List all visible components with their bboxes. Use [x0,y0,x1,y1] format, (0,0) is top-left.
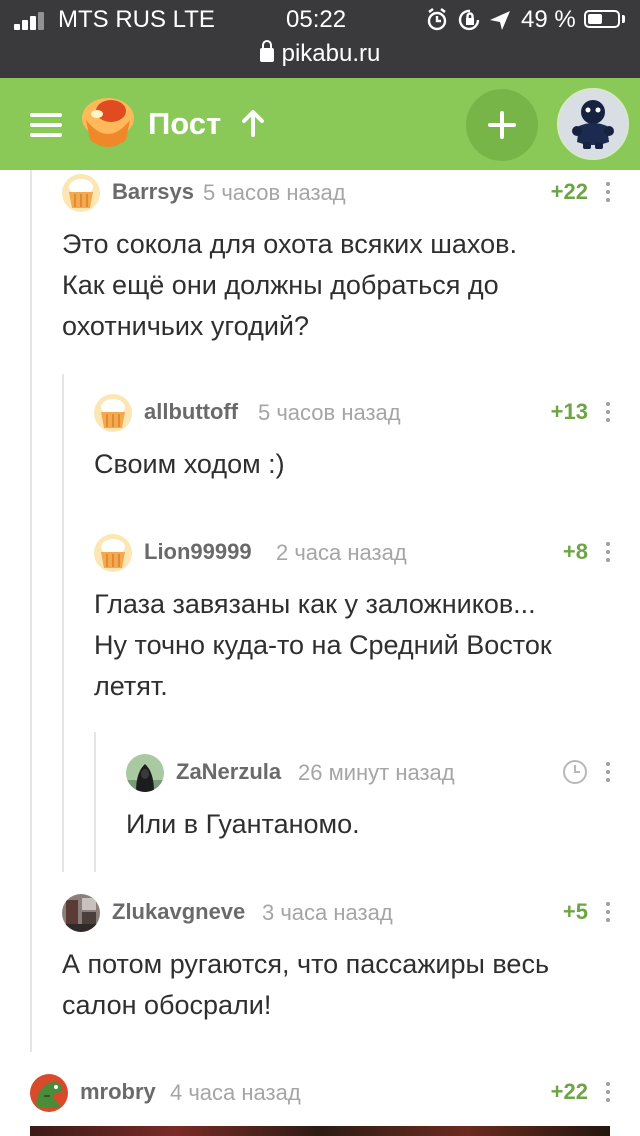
comment-score: +22 [550,1079,588,1104]
pikabu-logo-icon[interactable] [80,96,136,150]
arrow-up-icon[interactable] [240,108,266,138]
robot-figure-icon [559,90,627,158]
hooded-figure-avatar-icon [126,754,164,792]
comment-username[interactable]: Zlukavgneve [112,899,245,925]
comment-header: Lion99999 2 часа назад +8 [94,532,622,572]
more-options-icon[interactable] [606,542,610,562]
battery-icon [584,10,620,28]
clock-time: 05:22 [286,6,347,33]
carrier-label: MTS RUS LTE [58,6,215,33]
avatar[interactable] [62,174,100,212]
cupcake-avatar-icon [94,394,132,432]
comment-username[interactable]: ZaNerzula [176,759,281,785]
more-options-icon[interactable] [606,402,610,422]
more-options-icon[interactable] [606,1082,610,1102]
comment-time: 2 часа назад [276,540,407,565]
more-options-icon[interactable] [606,762,610,782]
comment-time: 5 часов назад [258,400,401,425]
address-bar[interactable]: pikabu.ru [0,40,640,68]
comment-text: Глаза завязаны как у заложников... Ну точ… [94,589,552,701]
avatar[interactable] [94,394,132,432]
page-title: Пост [148,106,222,141]
user-avatar[interactable] [557,88,629,160]
avatar[interactable] [94,534,132,572]
comment-score: +5 [562,899,588,924]
location-icon [490,11,510,30]
menu-icon[interactable] [30,113,62,137]
lock-icon [259,40,274,62]
thread-line [94,732,96,872]
more-options-icon[interactable] [606,182,610,202]
dinosaur-avatar-icon [30,1074,68,1112]
comment-time: 4 часа назад [170,1080,301,1105]
comment-image-preview[interactable] [30,1126,610,1136]
comment-header: ZaNerzula 26 минут назад [126,752,622,792]
cupcake-avatar-icon [62,174,100,212]
comment-score: +13 [550,399,588,424]
comment-header: allbuttoff 5 часов назад +13 [94,392,622,432]
cupcake-avatar-icon [94,534,132,572]
comment-username[interactable]: allbuttoff [144,399,238,425]
clock-icon [563,760,587,784]
alarm-icon [427,8,447,31]
add-post-button[interactable] [466,89,538,161]
avatar[interactable] [126,754,164,792]
photo-avatar-icon [62,894,100,932]
comment-score: +8 [562,539,588,564]
comment-text: Своим ходом :) [94,449,285,479]
comment-username[interactable]: mrobry [80,1079,156,1105]
comment-text: А потом ругаются, что пассажиры весь сало… [62,949,550,1020]
avatar[interactable] [62,894,100,932]
comment-text: Или в Гуантаномо. [126,809,360,839]
comment-score: +22 [550,179,588,204]
comment-username[interactable]: Barrsys [112,179,194,205]
battery-percent: 49 % [521,6,576,33]
comment-text: Это сокола для охота всяких шахов. Как ещ… [62,229,517,341]
comment-header: Barrsys 5 часов назад +22 [62,172,622,212]
comment-username[interactable]: Lion99999 [144,539,252,565]
comment-time: 26 минут назад [298,760,455,785]
comment-header: Zlukavgneve 3 часа назад +5 [62,892,622,932]
thread-line [62,374,64,872]
rotation-lock-icon [458,9,480,31]
more-options-icon[interactable] [606,902,610,922]
signal-icon [14,12,52,30]
comment-time: 5 часов назад [203,180,346,205]
status-bar: MTS RUS LTE 05:22 49 % pikabu.ru [0,0,640,78]
url-text: pikabu.ru [281,40,381,67]
thread-line [30,170,32,1052]
top-navbar: Пост [0,78,640,170]
comment-header: mrobry 4 часа назад +22 [30,1072,622,1112]
comment-time: 3 часа назад [262,900,393,925]
avatar[interactable] [30,1074,68,1112]
